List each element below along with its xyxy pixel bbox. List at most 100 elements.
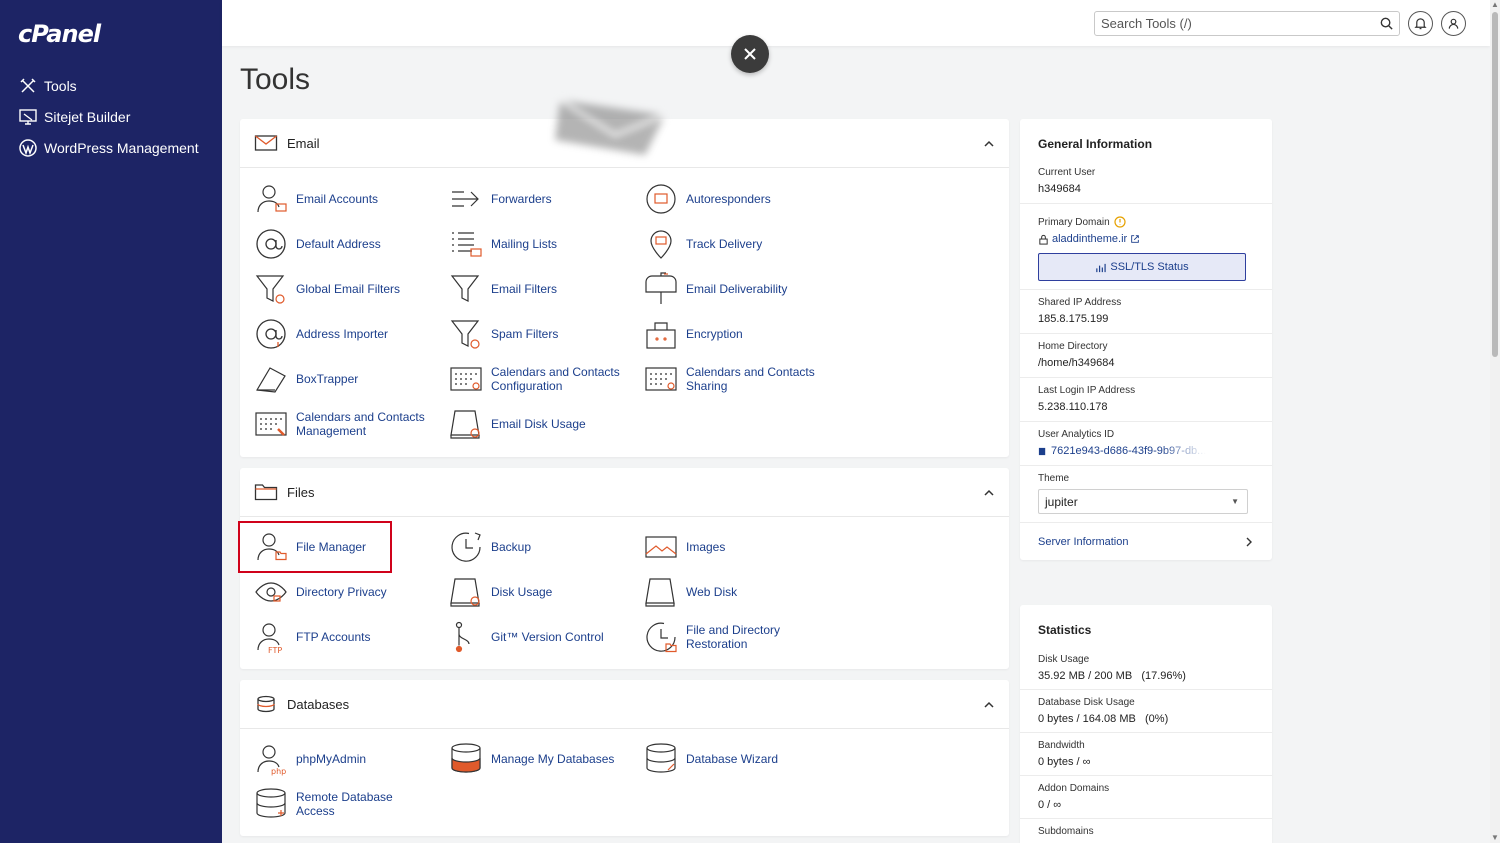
databases-section-title: Databases [287, 696, 350, 712]
server-information-row[interactable]: Server Information [1020, 523, 1272, 560]
statistics-title: Statistics [1038, 623, 1092, 637]
user-analytics-id[interactable]: 7621e943-d686-43f9-9b97-db... [1051, 445, 1206, 457]
tool-autoresponders[interactable]: Autoresponders [644, 179, 824, 219]
ftp-accounts-icon: FTP [257, 623, 282, 654]
default-address-icon [256, 229, 286, 259]
tool-phpmyadmin[interactable]: php phpMyAdmin [254, 739, 434, 779]
email-section-title: Email [287, 135, 320, 151]
dropdown-caret-icon: ▼ [1231, 497, 1239, 506]
general-information-title: General Information [1038, 137, 1153, 151]
tool-database-wizard[interactable]: Database Wizard [644, 739, 824, 779]
encryption-icon [646, 322, 676, 349]
tool-images[interactable]: Images [644, 527, 824, 567]
disk-usage-icon [450, 578, 480, 607]
primary-domain-link[interactable]: aladdintheme.ir [1052, 233, 1127, 245]
copy-icon[interactable] [1038, 447, 1047, 456]
close-icon [744, 48, 756, 60]
tool-disk-usage[interactable]: Disk Usage [449, 572, 629, 612]
theme-row: Theme jupiter ▼ [1020, 466, 1272, 523]
files-section: Files File Manager Backup Images Directo… [238, 468, 1009, 669]
sidebar-item-tools[interactable]: Tools [0, 70, 222, 101]
svg-text:FTP: FTP [268, 646, 282, 654]
forwarders-icon [452, 191, 479, 207]
manage-databases-icon [451, 743, 481, 773]
tool-email-deliverability[interactable]: Email Deliverability [644, 269, 824, 309]
chevron-up-icon[interactable] [983, 699, 995, 711]
database-icon [257, 695, 275, 713]
server-information-link[interactable]: Server Information [1038, 536, 1128, 548]
files-section-title: Files [287, 484, 315, 500]
page-scrollbar[interactable]: ▲ ▼ [1490, 0, 1500, 843]
close-overlay-button[interactable] [731, 35, 769, 73]
sidebar-item-sitejet[interactable]: Sitejet Builder [0, 101, 222, 132]
ssl-tls-status-button[interactable]: SSL/TLS Status [1038, 253, 1246, 281]
search-input[interactable] [1095, 12, 1365, 35]
last-login-ip-row: Last Login IP Address 5.238.110.178 [1020, 378, 1272, 422]
scroll-down-arrow-icon[interactable]: ▼ [1491, 834, 1499, 842]
files-section-header[interactable]: Files [240, 468, 1009, 517]
email-deliverability-icon [645, 272, 677, 304]
svg-text:php: php [271, 767, 286, 776]
tool-global-email-filters[interactable]: Global Email Filters [254, 269, 434, 309]
folder-icon [254, 484, 278, 501]
tool-email-disk-usage[interactable]: Email Disk Usage [449, 404, 629, 444]
tool-email-accounts[interactable]: Email Accounts [254, 179, 434, 219]
tool-address-importer[interactable]: Address Importer [254, 314, 434, 354]
scroll-up-arrow-icon[interactable]: ▲ [1491, 1, 1499, 9]
chevron-up-icon[interactable] [983, 138, 995, 150]
tool-git-version-control[interactable]: Git™ Version Control [449, 617, 629, 657]
tool-spam-filters[interactable]: Spam Filters [449, 314, 629, 354]
tool-calendars-contacts-management[interactable]: Calendars and Contacts Management [254, 404, 434, 444]
chevron-up-icon[interactable] [983, 487, 995, 499]
theme-select[interactable]: jupiter ▼ [1038, 489, 1248, 514]
tool-remote-database-access[interactable]: Remote Database Access [254, 784, 434, 824]
tool-file-restoration[interactable]: File and Directory Restoration [644, 617, 824, 657]
tool-file-manager[interactable]: File Manager [238, 521, 392, 573]
home-directory-row: Home Directory /home/h349684 [1020, 334, 1272, 378]
stat-database-disk-usage: Database Disk Usage 0 bytes / 164.08 MB … [1020, 690, 1272, 733]
tool-calendars-contacts-sharing[interactable]: Calendars and Contacts Sharing [644, 359, 824, 399]
stat-addon-domains: Addon Domains 0 / ∞ [1020, 776, 1272, 819]
remote-database-icon [256, 788, 286, 818]
tool-track-delivery[interactable]: Track Delivery [644, 224, 824, 264]
tool-backup[interactable]: Backup [449, 527, 629, 567]
tool-calendars-contacts-configuration[interactable]: Calendars and Contacts Configuration [449, 359, 629, 399]
tool-encryption[interactable]: Encryption [644, 314, 824, 354]
mailing-lists-icon [452, 232, 482, 257]
current-user-row: Current User h349684 [1020, 159, 1272, 204]
envelope-icon [254, 135, 278, 151]
tool-forwarders[interactable]: Forwarders [449, 179, 629, 219]
notifications-button[interactable] [1408, 11, 1433, 36]
tool-boxtrapper[interactable]: BoxTrapper [254, 359, 434, 399]
tool-web-disk[interactable]: Web Disk [644, 572, 824, 612]
chevron-right-icon [1246, 537, 1252, 547]
primary-domain-row: Primary Domain aladdintheme.ir SSL/TLS S… [1020, 204, 1272, 290]
search-box[interactable] [1094, 11, 1400, 36]
external-link-icon[interactable] [1130, 234, 1140, 244]
stat-subdomains: Subdomains [1038, 826, 1094, 837]
tool-ftp-accounts[interactable]: FTP FTP Accounts [254, 617, 434, 657]
stat-disk-usage: Disk Usage 35.92 MB / 200 MB (17.96%) [1020, 647, 1272, 690]
databases-section-header[interactable]: Databases [240, 680, 1009, 729]
current-user-value: h349684 [1038, 183, 1081, 195]
blurred-envelope-image [555, 98, 666, 155]
sidebar-item-label: WordPress Management [44, 139, 199, 156]
tool-directory-privacy[interactable]: Directory Privacy [254, 572, 434, 612]
images-icon [645, 536, 677, 558]
tool-default-address[interactable]: Default Address [254, 224, 434, 264]
search-icon[interactable] [1379, 16, 1394, 31]
scrollbar-thumb[interactable] [1492, 12, 1498, 357]
chart-icon [1096, 263, 1107, 272]
tool-mailing-lists[interactable]: Mailing Lists [449, 224, 629, 264]
email-accounts-icon [257, 185, 287, 213]
tool-email-filters[interactable]: Email Filters [449, 269, 629, 309]
page-title: Tools [240, 63, 311, 96]
cpanel-logo[interactable]: cPanel [18, 20, 101, 48]
tool-manage-my-databases[interactable]: Manage My Databases [449, 739, 629, 779]
web-disk-icon [645, 578, 675, 607]
user-menu-button[interactable] [1441, 11, 1466, 36]
file-manager-icon [257, 533, 287, 561]
sidebar-item-wordpress[interactable]: WordPress Management [0, 132, 222, 163]
warning-icon[interactable] [1114, 216, 1126, 228]
email-disk-usage-icon [450, 410, 480, 439]
